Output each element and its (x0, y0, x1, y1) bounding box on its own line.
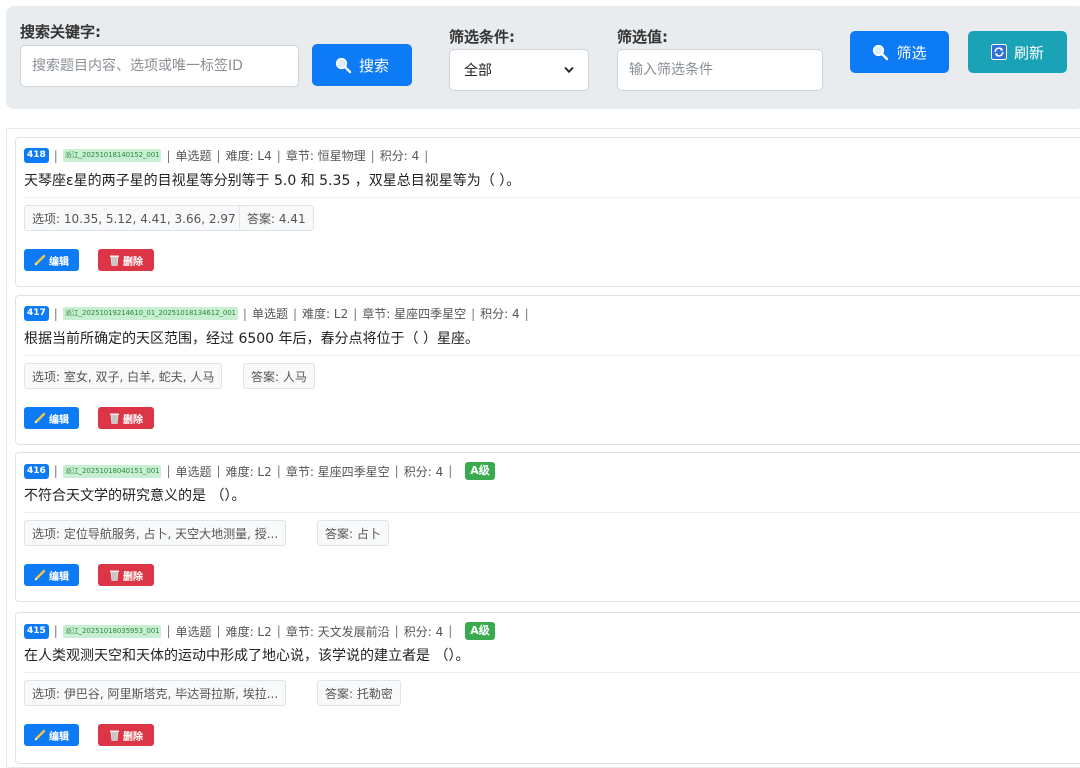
question-meta: 418 | 派江_20251018140152_001 | 单选题 | 难度: … (24, 147, 433, 164)
question-list: 418 | 派江_20251018140152_001 | 单选题 | 难度: … (6, 128, 1080, 768)
options-chip: 选项: 10.35, 5.12, 4.41, 3.66, 2.97 (24, 205, 244, 231)
chevron-down-icon (564, 66, 574, 74)
edit-button-label: 编辑 (49, 571, 69, 583)
delete-button-label: 删除 (123, 256, 143, 268)
refresh-icon (990, 44, 1007, 60)
search-button-label: 搜索 (358, 56, 389, 75)
pencil-icon (34, 569, 46, 581)
answer-chip: 答案: 人马 (243, 363, 315, 389)
question-score: 积分: 4 (480, 307, 520, 321)
delete-button-label: 删除 (123, 731, 143, 743)
question-score: 积分: 4 (403, 464, 444, 479)
options-chip: 选项: 定位导航服务, 占卜, 天空大地测量, 授... (24, 520, 287, 546)
question-tag-badge: 派江_20251018140152_001 (62, 149, 162, 162)
question-id-badge: 418 (24, 148, 49, 163)
card-divider (24, 512, 1080, 513)
question-type: 单选题 (175, 464, 212, 479)
filter-button[interactable]: 筛选 (850, 31, 949, 73)
filter-label: 筛选条件: (449, 28, 515, 46)
edit-button[interactable]: 编辑 (24, 724, 79, 746)
question-chapter: 章节: 星座四季星空 (362, 307, 467, 321)
question-tag-badge: 派江_20251018035953_001 (62, 624, 162, 638)
question-chapter: 章节: 天文发展前沿 (285, 624, 390, 639)
card-divider (24, 355, 1080, 356)
question-difficulty: 难度: L2 (225, 464, 272, 479)
question-card: 416 | 派江_20251018040151_001 | 单选题 | 难度: … (15, 452, 1080, 602)
question-type: 单选题 (175, 149, 212, 163)
search-toolbar: 搜索关键字: 搜索 筛选条件: 全部 筛选值: 筛选 刷新 (6, 6, 1080, 109)
question-meta: 416 | 派江_20251018040151_001 | 单选题 | 难度: … (24, 462, 495, 480)
question-card: 418 | 派江_20251018140152_001 | 单选题 | 难度: … (15, 137, 1080, 287)
trash-icon (110, 730, 119, 741)
edit-button[interactable]: 编辑 (24, 249, 79, 271)
question-difficulty: 难度: L2 (302, 307, 349, 321)
filter-value-label: 筛选值: (617, 28, 668, 46)
question-id-badge: 416 (24, 463, 49, 479)
edit-button-label: 编辑 (49, 414, 69, 426)
question-difficulty: 难度: L2 (225, 624, 272, 639)
question-chapter: 章节: 星座四季星空 (285, 464, 390, 479)
question-chapter: 章节: 恒星物理 (285, 149, 366, 163)
pencil-icon (34, 412, 46, 424)
pencil-icon (34, 254, 46, 266)
question-meta: 417 | 派江_20251019214610_01_2025101813461… (24, 305, 534, 322)
refresh-button[interactable]: 刷新 (968, 31, 1067, 73)
search-input[interactable] (20, 45, 299, 87)
question-meta: 415 | 派江_20251018035953_001 | 单选题 | 难度: … (24, 622, 495, 640)
search-label: 搜索关键字: (20, 23, 101, 41)
search-icon (873, 44, 889, 60)
delete-button[interactable]: 删除 (98, 407, 154, 429)
grade-badge: A级 (465, 622, 495, 640)
filter-button-label: 筛选 (896, 43, 927, 62)
answer-chip: 答案: 占卜 (317, 520, 389, 546)
answer-chip: 答案: 托勒密 (317, 680, 401, 706)
edit-button[interactable]: 编辑 (24, 407, 79, 429)
delete-button-label: 删除 (123, 414, 143, 426)
edit-button-label: 编辑 (49, 256, 69, 268)
question-text: 在人类观测天空和天体的运动中形成了地心说，该学说的建立者是 （）。 (24, 648, 470, 664)
trash-icon (110, 413, 119, 424)
question-text: 天琴座ε星的两子星的目视星等分别等于 5.0 和 5.35 ，双星总目视星等为（… (24, 173, 521, 189)
edit-button-label: 编辑 (49, 731, 69, 743)
delete-button[interactable]: 删除 (98, 249, 154, 271)
question-score: 积分: 4 (379, 149, 420, 163)
delete-button-label: 删除 (123, 571, 143, 583)
question-type: 单选题 (175, 624, 212, 639)
question-id-badge: 417 (24, 306, 49, 321)
edit-button[interactable]: 编辑 (24, 564, 79, 586)
question-text: 不符合天文学的研究意义的是 （）。 (24, 488, 246, 504)
options-chip: 选项: 室女, 双子, 白羊, 蛇夫, 人马 (24, 363, 223, 389)
options-chip: 选项: 伊巴谷, 阿里斯塔克, 毕达哥拉斯, 埃拉... (24, 680, 287, 706)
refresh-button-label: 刷新 (1013, 43, 1044, 62)
question-id-badge: 415 (24, 623, 49, 639)
question-tag-badge: 派江_20251019214610_01_20251018134612_001 (62, 307, 238, 320)
question-type: 单选题 (251, 307, 288, 321)
question-card: 415 | 派江_20251018035953_001 | 单选题 | 难度: … (15, 612, 1080, 764)
filter-select[interactable]: 全部 (449, 49, 589, 91)
trash-icon (110, 570, 119, 581)
question-difficulty: 难度: L4 (225, 149, 272, 163)
card-divider (24, 197, 1080, 198)
card-divider (24, 672, 1080, 673)
question-text: 根据当前所确定的天区范围，经过 6500 年后，春分点将位于（ ）星座。 (24, 331, 479, 347)
search-icon (335, 57, 352, 73)
filter-value-input[interactable] (617, 49, 823, 91)
pencil-icon (34, 729, 46, 741)
filter-select-value: 全部 (464, 63, 492, 79)
question-score: 积分: 4 (403, 624, 444, 639)
delete-button[interactable]: 删除 (98, 564, 154, 586)
search-button[interactable]: 搜索 (312, 44, 412, 86)
question-card: 417 | 派江_20251019214610_01_2025101813461… (15, 295, 1080, 445)
answer-chip: 答案: 4.41 (239, 205, 314, 231)
trash-icon (110, 255, 119, 266)
grade-badge: A级 (465, 462, 495, 480)
question-tag-badge: 派江_20251018040151_001 (62, 464, 162, 478)
delete-button[interactable]: 删除 (98, 724, 154, 746)
